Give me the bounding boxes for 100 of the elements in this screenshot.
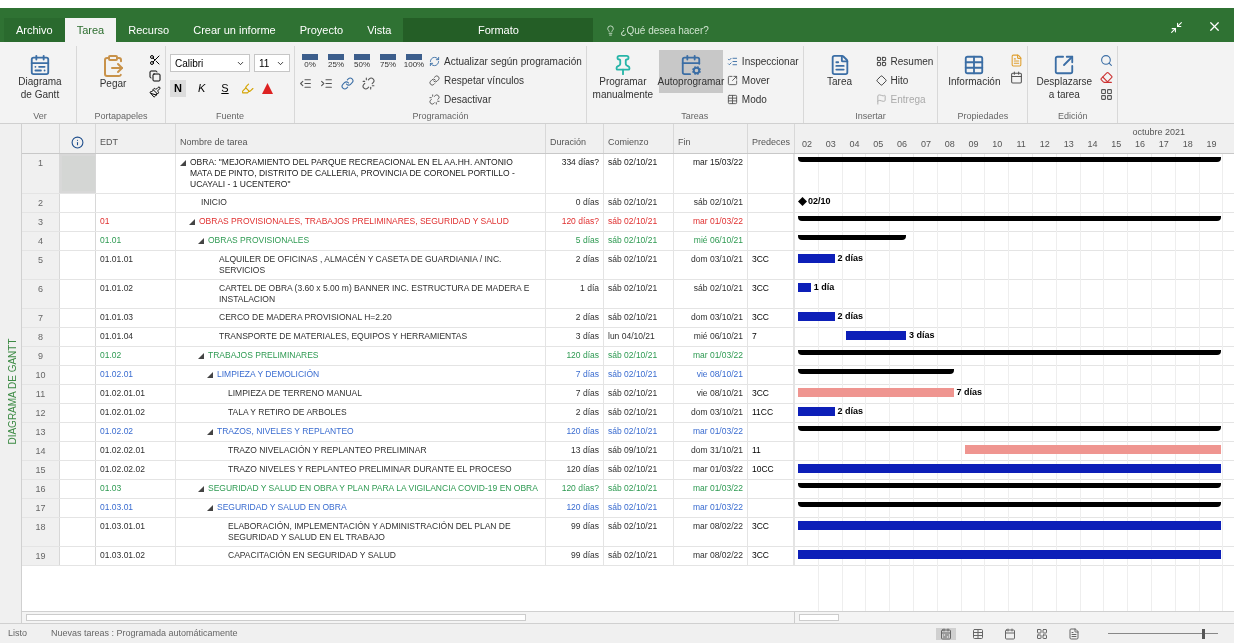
table-cell: 7 días [546,385,604,403]
ribbon-button[interactable]: Modo [726,92,799,107]
table-cell: mar 01/03/22 [674,499,748,517]
table-cell: 120 días [546,499,604,517]
ribbon-button[interactable]: Desactivar [429,92,582,107]
ribbon-tab[interactable]: Formato [403,17,594,42]
table-cell: 99 días [546,518,604,546]
table-cell: sáb 02/10/21 [604,309,674,327]
table-cell: 01.03.01.02 [100,550,145,560]
font-family-field[interactable]: Calibri [170,54,250,72]
ribbon-button[interactable]: Mover [726,73,799,88]
timeline-day: 14 [1080,138,1105,152]
table-cell: sáb 02/10/21 [604,547,674,565]
task-name: SEGURIDAD Y SALUD EN OBRA Y PLAN PARA LA VIGILANCIA COVID-19 EN OBRA [208,483,538,494]
table-cell: dom 03/10/21 [674,251,748,279]
row-number[interactable]: 7 [22,309,60,327]
column-header[interactable]: Predeces [748,124,795,153]
ribbon-button[interactable]: Pegar [81,50,145,95]
row-number[interactable]: 2 [22,194,60,212]
table-cell: 5 días [546,232,604,250]
row-number[interactable]: 13 [22,423,60,441]
row-number[interactable]: 18 [22,518,60,546]
percent-complete-button[interactable]: 100% [403,54,425,69]
row-number[interactable]: 19 [22,547,60,565]
table-cell: mar 01/03/22 [674,213,748,231]
ribbon-tab[interactable]: Tarea [64,17,117,42]
ribbon-tab[interactable]: Recurso [116,17,182,42]
timeline-day: 10 [985,138,1010,152]
table-cell: 120 días [546,423,604,441]
task-name: ALQUILER DE OFICINAS , ALMACÉN Y CASETA DE GUARDIANIA / INC. SERVICIOS [219,254,503,276]
percent-complete-button[interactable]: 25% [325,54,347,69]
ribbon-button[interactable]: Hito [875,73,934,88]
task-name: TALA Y RETIRO DE ARBOLES [228,407,347,418]
font-style-button[interactable]: S [217,80,233,97]
timeline-day: 09 [961,138,986,152]
row-number[interactable]: 17 [22,499,60,517]
table-cell: mar 01/03/22 [674,423,748,441]
task-name: OBRAS PROVISIONALES [208,235,310,246]
font-style-button[interactable]: K [193,80,210,97]
ribbon-button[interactable]: Resumen [875,54,934,69]
table-cell: 11 [752,445,761,455]
ribbon-tab[interactable]: Crear un informe [181,17,288,42]
ribbon-button[interactable]: Programar manualmente [590,50,655,105]
table-cell: sáb 02/10/21 [604,423,674,441]
table-cell: 01.02.02 [100,426,134,436]
group-label: Propiedades [956,109,1010,123]
table-cell: 01.01.01 [100,254,134,264]
ribbon-button[interactable]: Diagrama de Gantt [8,50,72,105]
table-cell: sáb 02/10/21 [604,232,674,250]
percent-complete-button[interactable]: 50% [351,54,373,69]
column-header[interactable]: Nombre de tarea [176,124,546,153]
row-number[interactable]: 4 [22,232,60,250]
timeline-day: 16 [1128,138,1152,152]
percent-complete-button[interactable]: 75% [377,54,399,69]
ribbon-button[interactable]: Actualizar según programación [429,54,582,69]
table-cell: 0 días [546,194,604,212]
row-number[interactable]: 5 [22,251,60,279]
table-cell: mar 08/02/22 [674,547,748,565]
ribbon-tab[interactable]: Archivo [4,17,65,42]
table-cell: sáb 02/10/21 [604,385,674,403]
column-header[interactable]: Duración [546,124,604,153]
task-name: INICIO [201,197,227,208]
font-style-button[interactable]: N [170,80,186,97]
ribbon-tab[interactable]: Vista [355,17,404,42]
ribbon-button[interactable]: Tarea [807,50,872,93]
row-number[interactable]: 9 [22,347,60,365]
task-name: CERCO DE MADERA PROVISIONAL H=2.20 [219,312,392,323]
table-cell: 01.01.02 [100,283,134,293]
table-cell: 01.03.01 [100,502,134,512]
row-number[interactable]: 12 [22,404,60,422]
bar-label: 1 día [813,281,835,294]
row-number[interactable]: 10 [22,366,60,384]
row-number[interactable]: 3 [22,213,60,231]
ribbon-button[interactable]: Respetar vínculos [429,73,582,88]
row-number[interactable]: 6 [22,280,60,308]
table-cell: sáb 02/10/21 [604,404,674,422]
group-label: Programación [411,109,470,123]
table-cell: 120 días [546,461,604,479]
row-number[interactable]: 1 [22,154,60,193]
table-cell: 3CC [752,312,769,322]
percent-complete-button[interactable]: 0% [299,54,321,69]
font-size-field[interactable]: 11 [254,54,290,72]
ribbon-tab[interactable]: Proyecto [287,17,356,42]
timeline-day: 04 [842,138,867,152]
search-field[interactable]: ¿Qué desea hacer? [620,23,791,38]
row-number[interactable]: 16 [22,480,60,498]
row-number[interactable]: 11 [22,385,60,403]
row-number[interactable]: 14 [22,442,60,460]
column-header[interactable]: Comienzo [604,124,674,153]
row-number[interactable]: 15 [22,461,60,479]
ribbon-button[interactable]: Inspeccionar [726,54,799,69]
row-number[interactable]: 8 [22,328,60,346]
ribbon-button[interactable]: Autoprogramar [658,50,723,93]
column-header[interactable]: EDT [96,124,176,153]
ribbon-button[interactable]: Desplazarse a tarea [1032,50,1097,105]
timeline-day: 08 [937,138,962,152]
column-header[interactable]: Fin [674,124,748,153]
ribbon-button[interactable]: Información [942,50,1007,93]
timeline-day: 12 [1032,138,1057,152]
task-name: TRAZOS, NIVELES Y REPLANTEO [217,426,354,437]
